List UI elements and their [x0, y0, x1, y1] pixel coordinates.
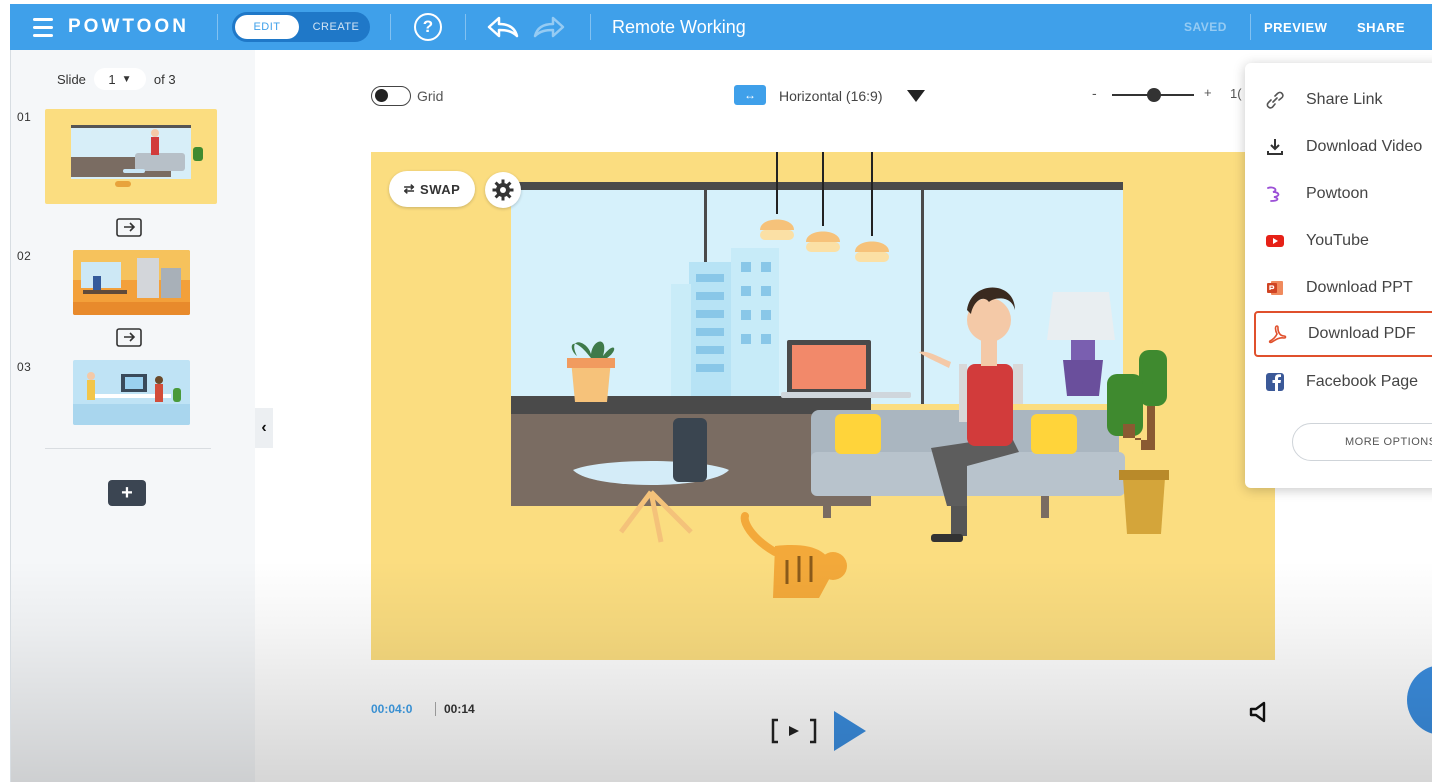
- menu-item-label: Download Video: [1306, 138, 1423, 155]
- scene-illustration[interactable]: [371, 152, 1275, 660]
- orientation-icon[interactable]: ↔: [734, 85, 766, 105]
- toolbar-divider: [1250, 14, 1251, 40]
- swap-label: SWAP: [420, 181, 461, 197]
- zoom-in-button[interactable]: +: [1204, 85, 1212, 100]
- menu-item-label: Share Link: [1306, 91, 1383, 108]
- zoom-value: 1(: [1230, 86, 1242, 101]
- pdf-icon: [1268, 325, 1287, 344]
- swap-button[interactable]: ⇄ SWAP: [389, 171, 475, 207]
- play-scene-icon[interactable]: [770, 716, 818, 746]
- powtoon-icon: [1267, 186, 1280, 202]
- slides-sidebar: Slide 1 ▼ of 3 01 02 03 +: [11, 50, 255, 782]
- zoom-out-button[interactable]: -: [1092, 85, 1097, 101]
- toolbar-divider: [590, 14, 591, 40]
- share-link-item[interactable]: Share Link: [1245, 77, 1432, 123]
- powerpoint-icon: [1267, 281, 1283, 295]
- slide-thumbnail-image: [73, 372, 190, 425]
- facebook-icon: [1266, 373, 1284, 391]
- undo-icon[interactable]: [486, 15, 520, 39]
- sidebar-divider: [45, 448, 211, 449]
- grid-label: Grid: [417, 88, 444, 104]
- download-icon: [1267, 139, 1283, 155]
- youtube-item[interactable]: YouTube: [1245, 218, 1432, 264]
- share-dropdown-menu: Share Link Download Video Powtoon YouTub…: [1245, 63, 1432, 488]
- slide-count-label: of 3: [153, 71, 176, 87]
- gear-icon: [492, 179, 514, 201]
- slide-number: 01: [17, 110, 32, 124]
- menu-item-label: YouTube: [1306, 232, 1369, 249]
- volume-icon[interactable]: [1248, 700, 1270, 724]
- slide-thumbnail-3[interactable]: [73, 360, 190, 425]
- mode-edit-button[interactable]: EDIT: [235, 15, 299, 39]
- menu-item-label: Download PPT: [1306, 279, 1413, 296]
- slide-selector: Slide 1 ▼ of 3: [57, 68, 176, 90]
- mode-toggle[interactable]: EDIT CREATE: [232, 12, 370, 42]
- scene-settings-button[interactable]: [485, 172, 521, 208]
- toolbar-divider: [465, 14, 466, 40]
- powtoon-item[interactable]: Powtoon: [1245, 171, 1432, 217]
- share-button[interactable]: SHARE: [1357, 4, 1405, 50]
- slide-canvas[interactable]: [371, 152, 1275, 660]
- menu-item-label: Powtoon: [1306, 185, 1369, 202]
- current-time: 00:04:0: [371, 702, 413, 716]
- preview-button[interactable]: PREVIEW: [1264, 4, 1327, 50]
- time-divider: [435, 702, 436, 716]
- slide-thumbnail-2[interactable]: [73, 250, 190, 315]
- swap-icon: ⇄: [403, 181, 416, 196]
- collapse-sidebar-button[interactable]: ‹: [255, 408, 273, 448]
- menu-item-label: Facebook Page: [1306, 373, 1419, 390]
- slide-number: 03: [17, 360, 32, 374]
- slide-label: Slide: [57, 71, 86, 87]
- slide-thumbnail-1[interactable]: [45, 109, 217, 204]
- menu-item-label: Download PDF: [1308, 325, 1416, 342]
- current-slide-number: 1: [108, 71, 116, 87]
- facebook-page-item[interactable]: Facebook Page: [1245, 359, 1432, 405]
- toolbar-divider: [217, 14, 218, 40]
- play-icon[interactable]: [832, 709, 868, 753]
- brand-logo[interactable]: POWTOON: [68, 4, 189, 50]
- help-chat-button[interactable]: [1407, 665, 1432, 735]
- total-time: 00:14: [444, 702, 475, 716]
- more-options-button[interactable]: MORE OPTIONS: [1292, 423, 1432, 461]
- help-icon[interactable]: ?: [414, 13, 442, 41]
- slide-number-dropdown[interactable]: 1 ▼: [93, 68, 146, 90]
- add-slide-button[interactable]: +: [108, 480, 146, 506]
- transition-icon[interactable]: [116, 216, 144, 238]
- toggle-knob: [375, 89, 388, 102]
- grid-toggle[interactable]: [371, 86, 411, 106]
- caret-down-icon: ▼: [121, 73, 132, 85]
- powtoon-editor: POWTOON EDIT CREATE ? Remote Working SAV…: [0, 0, 1432, 782]
- zoom-slider[interactable]: - + 1(: [1092, 85, 1242, 105]
- slide-number: 02: [17, 249, 32, 263]
- download-ppt-item[interactable]: Download PPT: [1245, 265, 1432, 311]
- orientation-dropdown[interactable]: Horizontal (16:9): [779, 88, 883, 104]
- zoom-handle[interactable]: [1147, 88, 1161, 102]
- slide-thumbnail-image: [73, 250, 190, 315]
- document-title[interactable]: Remote Working: [612, 4, 746, 50]
- link-icon: [1266, 91, 1284, 109]
- mode-create-button[interactable]: CREATE: [304, 15, 368, 39]
- transition-icon[interactable]: [116, 326, 144, 348]
- caret-down-icon[interactable]: [907, 90, 925, 102]
- redo-icon[interactable]: [532, 15, 566, 39]
- toolbar-divider: [390, 14, 391, 40]
- menu-icon[interactable]: [32, 4, 54, 50]
- slide-thumbnail-image: [71, 125, 203, 187]
- top-toolbar: POWTOON EDIT CREATE ? Remote Working SAV…: [10, 4, 1432, 50]
- download-pdf-item[interactable]: Download PDF: [1254, 311, 1432, 357]
- saved-status: SAVED: [1184, 20, 1227, 34]
- youtube-icon: [1266, 235, 1284, 247]
- download-video-item[interactable]: Download Video: [1245, 124, 1432, 170]
